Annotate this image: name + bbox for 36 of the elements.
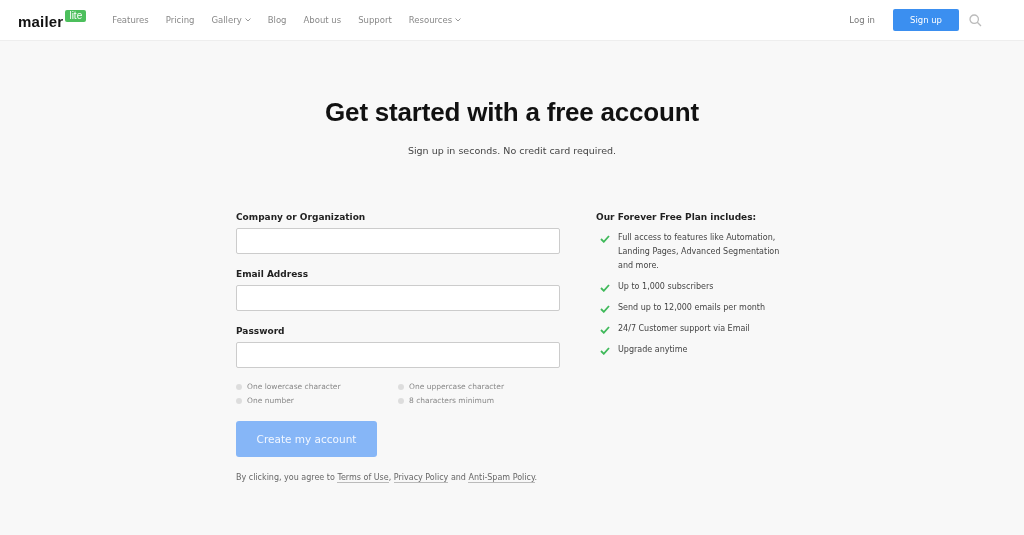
feature-text: Send up to 12,000 emails per month <box>618 302 766 314</box>
nav-link[interactable]: Pricing <box>165 15 195 25</box>
check-icon <box>600 305 610 313</box>
caret-icon <box>244 18 251 22</box>
page-title: Get started with a free account <box>325 97 699 128</box>
nav-link[interactable]: Blog <box>267 15 287 25</box>
field-label: Company or Organization <box>236 212 367 222</box>
nav-link[interactable]: Features <box>112 15 149 25</box>
logo[interactable]: mailer lite <box>18 10 87 30</box>
caret-icon <box>455 18 462 22</box>
check-icon <box>600 326 610 334</box>
nav-link[interactable]: About us <box>303 15 342 25</box>
terms-notice: By clicking, you agree to Terms of Use, Privacy Policy and Anti-Spam Policy. <box>236 473 539 482</box>
nav-link[interactable]: Resources <box>408 15 462 25</box>
policy-link[interactable]: Terms of Use <box>337 473 389 483</box>
field-label: Email Address <box>236 269 309 279</box>
signup-button[interactable]: Sign up <box>893 9 959 31</box>
input-field[interactable] <box>236 285 560 311</box>
feature-text: Full access to features like Automation, Landing Pages, Advanced Segmentation and more. <box>618 232 781 272</box>
field-label: Password <box>236 326 286 336</box>
input-field[interactable] <box>236 342 560 368</box>
check-icon <box>600 284 610 292</box>
nav-link[interactable]: Support <box>358 15 392 25</box>
feature-text: Up to 1,000 subscribers <box>618 281 714 293</box>
policy-link[interactable]: Privacy Policy <box>393 473 449 483</box>
check-icon <box>600 235 610 243</box>
search-icon[interactable] <box>969 13 982 27</box>
feature-text: Upgrade anytime <box>618 344 688 356</box>
check-icon <box>600 347 610 355</box>
subtitle: Sign up in seconds. No credit card required. <box>407 145 617 156</box>
login-link[interactable]: Log in <box>849 15 875 25</box>
nav-link[interactable]: Gallery <box>211 15 251 25</box>
feature-text: 24/7 Customer support via Email <box>618 323 750 335</box>
policy-link[interactable]: Anti-Spam Policy <box>468 473 535 483</box>
input-field[interactable] <box>236 228 560 254</box>
plan-heading: Our Forever Free Plan includes: <box>596 212 758 222</box>
